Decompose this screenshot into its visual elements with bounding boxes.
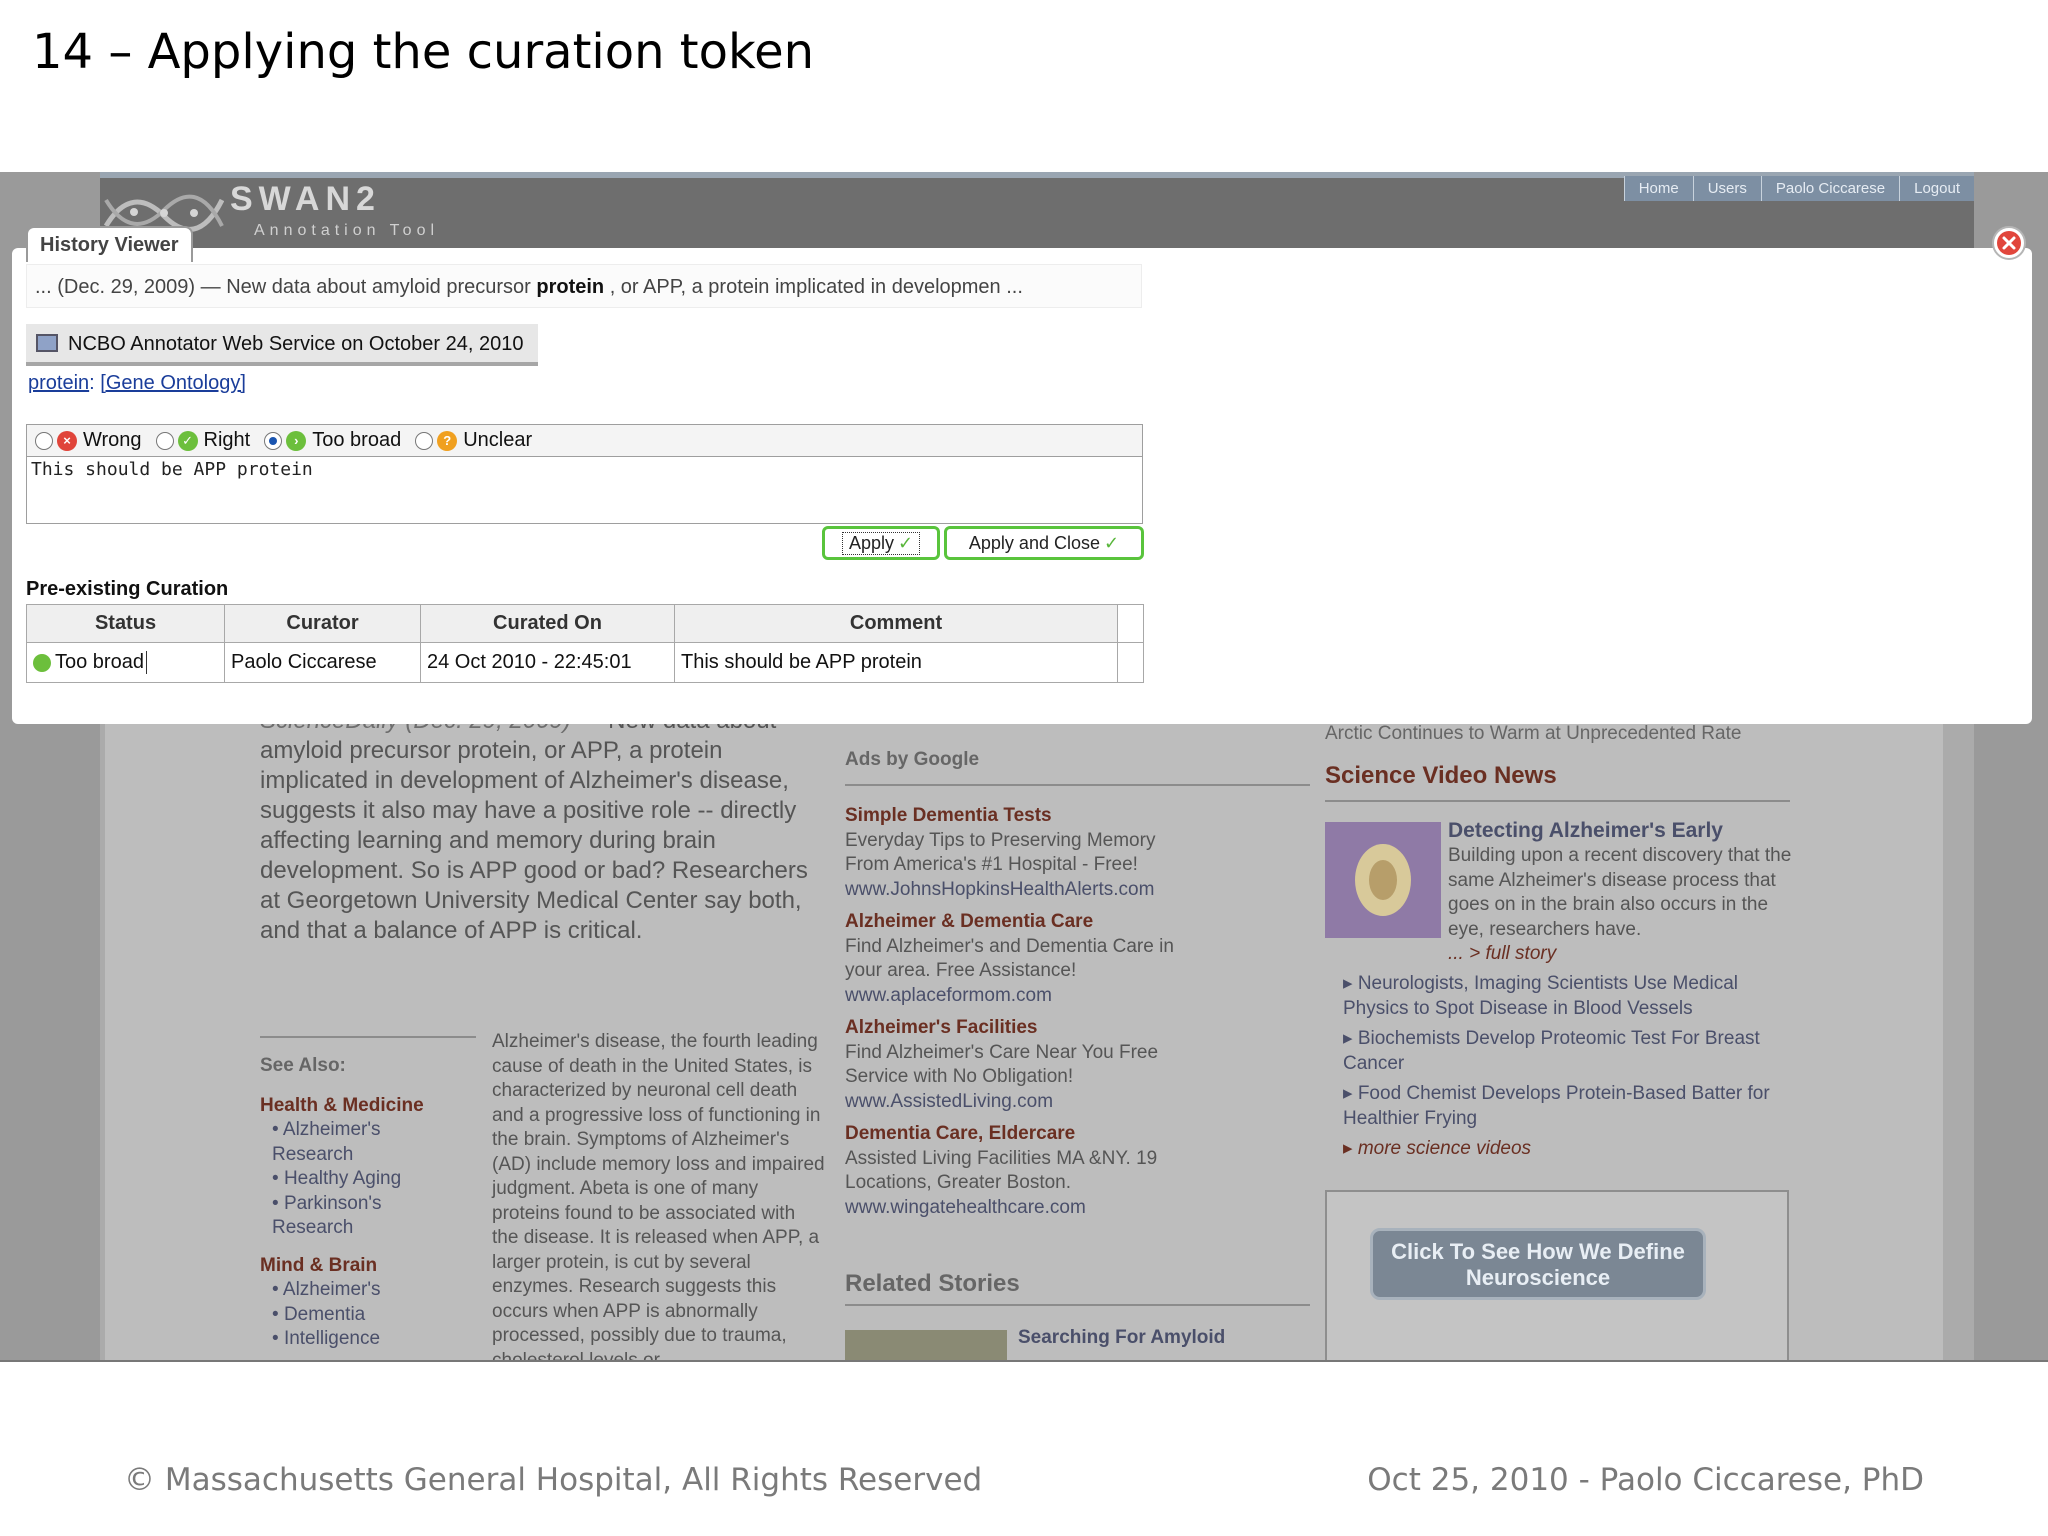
health-links-list: • Alzheimer's Research • Healthy Aging •… (272, 1118, 412, 1241)
term-link[interactable]: protein (28, 372, 89, 394)
video-thumbnail[interactable] (1325, 822, 1441, 938)
table-scroll-gutter (1117, 604, 1144, 643)
close-button[interactable] (1992, 226, 2026, 260)
option-right[interactable]: ✓ Right (155, 429, 250, 452)
radio-unclear[interactable] (415, 431, 434, 450)
unclear-icon: ? (437, 430, 458, 451)
video-link-item[interactable]: ▸ Food Chemist Develops Protein-Based Ba… (1325, 1082, 1795, 1131)
arctic-link[interactable]: Arctic Continues to Warm at Unprecedente… (1325, 722, 1741, 747)
table-header-row: Status Curator Curated On Comment (26, 604, 1144, 643)
full-story-link[interactable]: ... > full story (1448, 942, 1794, 967)
context-snippet: ... (Dec. 29, 2009) — New data about amy… (26, 264, 1142, 308)
mind-links-list: • Alzheimer's • Dementia • Intelligence (272, 1278, 412, 1352)
apply-and-close-button[interactable]: Apply and Close ✓ (944, 526, 1144, 560)
column-header-comment: Comment (674, 604, 1118, 643)
column-header-curator: Curator (224, 604, 421, 643)
article-body-text: Alzheimer's disease, the fourth leading … (492, 1031, 825, 1362)
video-links-list: ▸ Neurologists, Imaging Scientists Use M… (1325, 972, 1795, 1162)
apply-button[interactable]: Apply ✓ (822, 526, 940, 560)
related-story-link[interactable]: Searching For Amyloid (1018, 1326, 1225, 1351)
table-scroll-gutter (1117, 642, 1144, 683)
web-service-icon (36, 334, 58, 352)
video-link-item[interactable]: ▸ Neurologists, Imaging Scientists Use M… (1325, 972, 1795, 1021)
more-videos-link[interactable]: ▸ more science videos (1325, 1137, 1795, 1162)
promo-neuroscience-button[interactable]: Click To See How We Define Neuroscience (1370, 1228, 1706, 1300)
pre-existing-curation-title: Pre-existing Curation (26, 578, 229, 600)
mind-link-item[interactable]: • Dementia (272, 1303, 412, 1328)
too-broad-icon: › (286, 430, 307, 451)
nav-logout-link[interactable]: Logout (1899, 176, 1974, 201)
ads-title: Ads by Google (845, 749, 980, 770)
curation-options: × Wrong ✓ Right › Too broad ? Unclear (26, 424, 1143, 456)
radio-right[interactable] (155, 431, 174, 450)
highlighted-term: protein (536, 276, 605, 298)
mind-brain-heading[interactable]: Mind & Brain (260, 1254, 377, 1279)
divider (845, 1304, 1310, 1306)
top-nav: Home Users Paolo Ciccarese Logout (1623, 176, 1974, 201)
slide-title: 14 – Applying the curation token (32, 24, 815, 80)
nav-user-name-link[interactable]: Paolo Ciccarese (1760, 176, 1900, 201)
radio-too-broad[interactable] (264, 431, 283, 450)
checkmark-icon: ✓ (1104, 532, 1120, 553)
option-wrong[interactable]: × Wrong (35, 429, 142, 452)
right-icon: ✓ (177, 430, 198, 451)
footer-author-date: Oct 25, 2010 - Paolo Ciccarese, PhD (1367, 1462, 1924, 1498)
curator-cell: Paolo Ciccarese (224, 642, 421, 683)
option-unclear[interactable]: ? Unclear (415, 429, 532, 452)
comment-cell: This should be APP protein (674, 642, 1118, 683)
video-story-text: Building upon a recent discovery that th… (1448, 845, 1792, 940)
health-link-item[interactable]: • Alzheimer's Research (272, 1118, 412, 1167)
article-lead: ScienceDaily (Dec. 29, 2009) — New data … (260, 706, 820, 946)
divider (1325, 800, 1790, 802)
ad-item[interactable]: Alzheimer's Facilities Find Alzheimer's … (845, 1016, 1175, 1114)
app-logo-subtitle: Annotation Tool (254, 222, 440, 239)
option-too-broad[interactable]: › Too broad (264, 429, 401, 452)
science-video-title: Science Video News (1325, 762, 1557, 789)
article-lead-text: — New data about amyloid precursor prote… (260, 707, 808, 944)
footer-copyright: © Massachusetts General Hospital, All Ri… (124, 1462, 983, 1498)
see-also-label: See Also: (260, 1055, 346, 1076)
curation-table: Status Curator Curated On Comment Too br… (26, 604, 1144, 683)
eye-image-icon (1355, 844, 1411, 916)
ads-list: Simple Dementia Tests Everyday Tips to P… (845, 804, 1175, 1220)
ontology-link[interactable]: [Gene Ontology] (100, 372, 246, 394)
health-link-item[interactable]: • Healthy Aging (272, 1167, 412, 1192)
too-broad-icon (33, 653, 51, 672)
term-ontology-line: protein: [Gene Ontology] (28, 372, 246, 394)
table-row[interactable]: Too broad Paolo Ciccarese 24 Oct 2010 - … (26, 642, 1144, 683)
divider (260, 1036, 476, 1038)
divider (845, 784, 1310, 786)
ad-item[interactable]: Simple Dementia Tests Everyday Tips to P… (845, 804, 1175, 902)
nav-users-link[interactable]: Users (1692, 176, 1761, 201)
column-header-curated-on: Curated On (420, 604, 675, 643)
comment-textarea[interactable] (26, 456, 1143, 524)
health-medicine-heading[interactable]: Health & Medicine (260, 1094, 424, 1119)
wrong-icon: × (57, 430, 77, 451)
mind-link-item[interactable]: • Intelligence (272, 1327, 412, 1352)
app-logo-text: SWAN2 (230, 180, 381, 218)
history-viewer-tab[interactable]: History Viewer (26, 226, 193, 262)
close-icon (1997, 231, 2021, 255)
annotation-source: NCBO Annotator Web Service on October 24… (26, 324, 538, 366)
status-cell: Too broad (26, 642, 225, 683)
ad-item[interactable]: Dementia Care, Eldercare Assisted Living… (845, 1122, 1175, 1220)
video-story-title[interactable]: Detecting Alzheimer's Early (1448, 818, 1794, 844)
column-header-status: Status (26, 604, 225, 643)
related-story-thumbnail[interactable] (845, 1330, 1007, 1360)
mind-link-item[interactable]: • Alzheimer's (272, 1278, 412, 1303)
health-link-item[interactable]: • Parkinson's Research (272, 1192, 412, 1241)
related-stories-title: Related Stories (845, 1270, 1020, 1297)
nav-home-link[interactable]: Home (1623, 176, 1693, 201)
radio-wrong[interactable] (35, 431, 53, 450)
ad-item[interactable]: Alzheimer & Dementia Care Find Alzheimer… (845, 910, 1175, 1008)
curated-on-cell: 24 Oct 2010 - 22:45:01 (420, 642, 675, 683)
video-link-item[interactable]: ▸ Biochemists Develop Proteomic Test For… (1325, 1027, 1795, 1076)
checkmark-icon: ✓ (897, 532, 914, 553)
video-story: Detecting Alzheimer's Early Building upo… (1448, 818, 1794, 967)
